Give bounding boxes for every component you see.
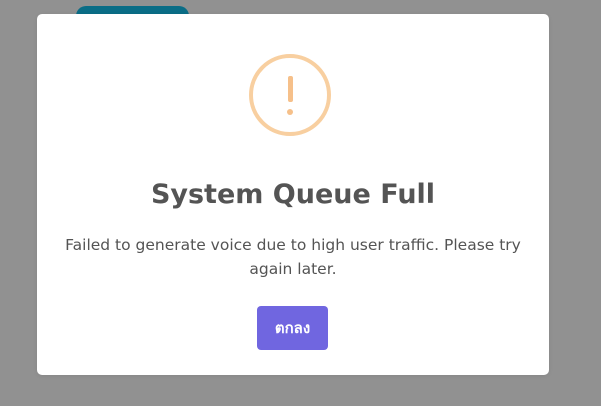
dialog-title: System Queue Full [150,179,436,210]
exclamation-dot [287,109,293,115]
confirm-button[interactable]: ตกลง [257,306,328,350]
alert-dialog: System Queue Full Failed to generate voi… [37,14,549,375]
dialog-message: Failed to generate voice due to high use… [65,236,521,278]
exclamation-bar [287,76,293,102]
warning-icon [249,54,331,136]
